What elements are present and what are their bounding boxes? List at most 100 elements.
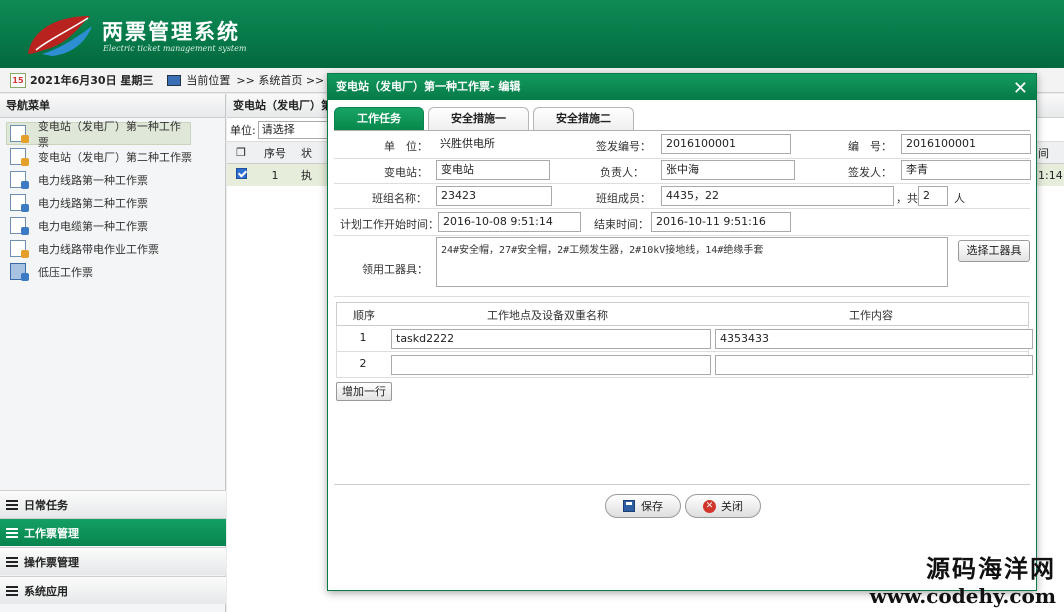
team-field[interactable]: 23423 xyxy=(436,186,552,206)
dialog-tabs: 工作任务 安全措施一 安全措施二 xyxy=(334,107,638,131)
document-icon xyxy=(10,217,29,235)
no-label: 编 号： xyxy=(848,140,892,153)
sidebar-item-live-work-ticket[interactable]: 电力线路带电作业工作票 xyxy=(0,237,225,260)
sidebar-item-label: 低压工作票 xyxy=(38,265,93,279)
sidebar-item-substation-ticket-2[interactable]: 变电站（发电厂）第二种工作票 xyxy=(0,145,225,168)
app-subtitle: Electric ticket management system xyxy=(103,44,247,53)
tab-work-task[interactable]: 工作任务 xyxy=(334,107,424,131)
menu-icon xyxy=(6,556,18,567)
col-seq: 序号 xyxy=(264,146,286,160)
close-icon[interactable]: ✕ xyxy=(1013,76,1028,102)
substation-field[interactable]: 变电站 xyxy=(436,160,550,180)
watermark-line-1: 源码海洋网 xyxy=(926,555,1056,583)
close-button[interactable]: ✕ 关闭 xyxy=(685,494,761,518)
row-divider xyxy=(334,208,1030,209)
copy-icon[interactable]: ❐ xyxy=(227,146,255,159)
dialog-title: 变电站（发电厂）第一种工作票- 编辑 xyxy=(336,80,521,93)
leader-field[interactable]: 张中海 xyxy=(661,160,795,180)
end-time-label: 结束时间： xyxy=(594,218,649,231)
footer-divider xyxy=(334,484,1030,485)
start-time-label: 计划工作开始时间： xyxy=(340,218,439,231)
stack-icon xyxy=(10,263,29,281)
sidebar-item-label: 变电站（发电厂）第二种工作票 xyxy=(38,150,192,164)
row-seq: 1 xyxy=(271,168,279,182)
menu-system-apps[interactable]: 系统应用 xyxy=(0,576,226,604)
save-button[interactable]: 保存 xyxy=(605,494,681,518)
select-tools-button[interactable]: 选择工器具 xyxy=(958,240,1030,262)
edit-document-icon xyxy=(10,240,29,258)
sidebar-item-cable-ticket-1[interactable]: 电力电缆第一种工作票 xyxy=(0,214,225,237)
members-label: 班组成员： xyxy=(596,192,651,205)
leader-label: 负责人： xyxy=(600,166,644,179)
sidebar-item-label: 电力线路第二种工作票 xyxy=(38,196,148,210)
menu-operation-ticket-management[interactable]: 操作票管理 xyxy=(0,547,226,575)
col-content: 工作内容 xyxy=(849,309,893,322)
sidebar-item-substation-ticket-1[interactable]: 变电站（发电厂）第一种工作票 xyxy=(6,120,191,149)
sidebar-item-line-ticket-2[interactable]: 电力线路第二种工作票 xyxy=(0,191,225,214)
watermark-line-2: www.codehy.com xyxy=(869,584,1056,608)
issuer-field[interactable]: 李青 xyxy=(901,160,1031,180)
content-field[interactable] xyxy=(715,355,1033,375)
team-label: 班组名称： xyxy=(372,192,427,205)
save-label: 保存 xyxy=(641,500,663,513)
no-field[interactable]: 2016100001 xyxy=(901,134,1031,154)
add-row-button[interactable]: 增加一行 xyxy=(336,382,392,401)
breadcrumb[interactable]: >> 系统首页 >> 变 xyxy=(236,72,338,88)
start-time-field[interactable]: 2016-10-08 9:51:14 xyxy=(438,212,581,232)
tab-safety-measures-1[interactable]: 安全措施一 xyxy=(428,107,529,131)
location-label: 当前位置 xyxy=(186,74,231,87)
location-field[interactable] xyxy=(391,355,711,375)
dialog-title-bar[interactable]: 变电站（发电厂）第一种工作票- 编辑 ✕ xyxy=(328,74,1036,100)
content-field[interactable]: 4353433 xyxy=(715,329,1033,349)
row-number: 1 xyxy=(359,331,367,344)
filter-label: 单位: xyxy=(230,123,256,137)
watermark: 源码海洋网 www.codehy.com xyxy=(870,549,1056,608)
edit-dialog: 变电站（发电厂）第一种工作票- 编辑 ✕ 工作任务 安全措施一 安全措施二 单 … xyxy=(327,73,1037,591)
total-field[interactable]: 2 xyxy=(918,186,948,206)
sidebar-item-label: 电力线路第一种工作票 xyxy=(38,173,148,187)
calendar-icon: 15 xyxy=(10,72,26,88)
computer-icon xyxy=(167,74,182,86)
menu-work-ticket-management[interactable]: 工作票管理 xyxy=(0,518,226,546)
tab-safety-measures-2[interactable]: 安全措施二 xyxy=(533,107,634,131)
unit-value: 兴胜供电所 xyxy=(440,137,495,150)
total-suffix: 人 xyxy=(954,192,965,205)
menu-icon xyxy=(6,527,18,538)
issue-no-field[interactable]: 2016100001 xyxy=(661,134,791,154)
sidebar-item-low-voltage-ticket[interactable]: 低压工作票 xyxy=(0,260,225,283)
row-divider xyxy=(334,235,1030,236)
menu-icon xyxy=(6,585,18,596)
tab-divider xyxy=(334,130,1030,131)
current-date: 2021年6月30日 星期三 xyxy=(30,74,154,87)
row-checkbox[interactable] xyxy=(235,168,247,179)
task-grid-row: 2 xyxy=(336,352,1033,378)
members-field[interactable]: 4435，22 xyxy=(661,186,894,206)
row-divider xyxy=(334,296,1030,297)
unit-label: 单 位： xyxy=(384,140,428,153)
app-title: 两票管理系统 xyxy=(102,20,240,44)
sidebar-item-line-ticket-1[interactable]: 电力线路第一种工作票 xyxy=(0,168,225,191)
menu-label: 工作票管理 xyxy=(24,526,79,540)
task-grid-row: 1 taskd2222 4353433 xyxy=(336,326,1033,352)
row-number: 2 xyxy=(359,357,367,370)
row-divider xyxy=(334,183,1030,184)
total-prefix: ，共 xyxy=(896,192,918,205)
app-header: 两票管理系统 Electric ticket management system xyxy=(0,0,1064,68)
sidebar-item-label: 电力线路带电作业工作票 xyxy=(38,242,159,256)
edit-document-icon xyxy=(10,125,29,143)
save-icon xyxy=(623,500,635,512)
sidebar: 导航菜单 变电站（发电厂）第一种工作票 变电站（发电厂）第二种工作票 电力线路第… xyxy=(0,94,226,612)
menu-icon xyxy=(6,499,18,510)
row-time: 1:14 xyxy=(1038,168,1063,182)
sidebar-item-label: 变电站（发电厂）第一种工作票 xyxy=(37,119,181,149)
menu-label: 系统应用 xyxy=(24,584,68,598)
document-icon xyxy=(10,171,29,189)
location-field[interactable]: taskd2222 xyxy=(391,329,711,349)
document-icon xyxy=(10,194,29,212)
sidebar-item-label: 电力电缆第一种工作票 xyxy=(38,219,148,233)
tools-textarea[interactable]: 24#安全帽，27#安全帽，2#工频发生器，2#10kV接地线，14#绝缘手套 xyxy=(436,237,948,287)
row-divider xyxy=(334,158,1030,159)
menu-label: 日常任务 xyxy=(24,498,68,512)
menu-daily-tasks[interactable]: 日常任务 xyxy=(0,490,226,518)
end-time-field[interactable]: 2016-10-11 9:51:16 xyxy=(651,212,791,232)
